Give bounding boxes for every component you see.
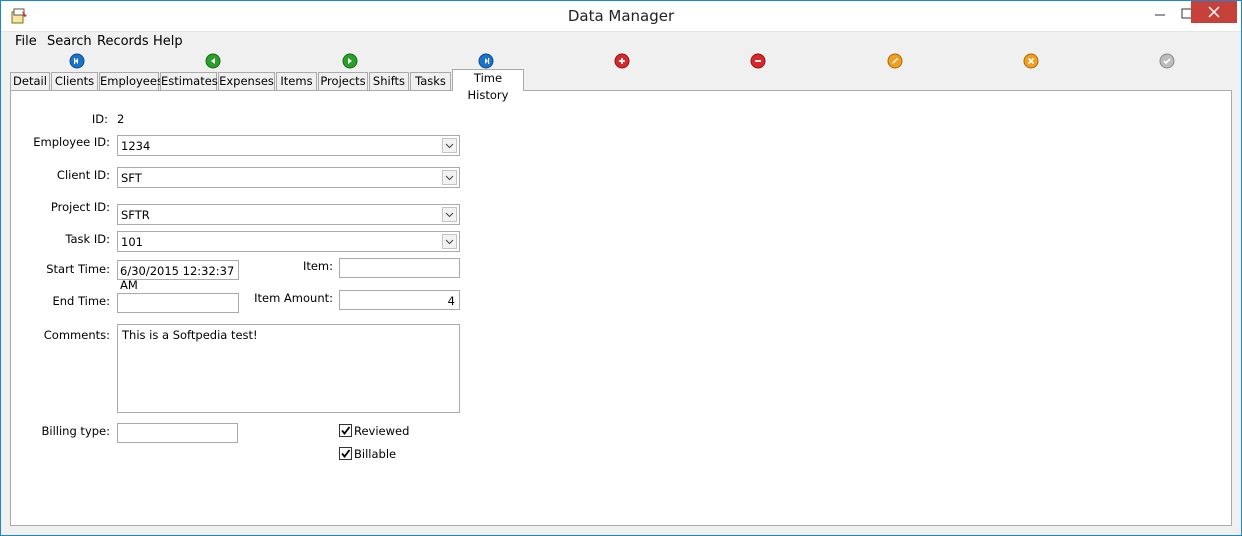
close-button[interactable] [1191,1,1237,23]
billing-type-field[interactable] [117,423,238,443]
tab-expenses[interactable]: Expenses [218,72,275,91]
first-record-icon[interactable] [69,53,85,69]
record-navigation-bar [1,51,1241,71]
chevron-down-icon[interactable] [442,138,457,153]
employee-id-value: 1234 [121,139,151,153]
client-id-select[interactable]: SFT [117,167,460,188]
item-field[interactable] [339,258,460,278]
title-bar: Data Manager [1,1,1241,32]
chevron-down-icon[interactable] [442,170,457,185]
end-time-label: End Time: [52,294,110,308]
item-amount-label: Item Amount: [254,291,333,305]
reviewed-label[interactable]: Reviewed [354,424,409,438]
billing-type-label: Billing type: [41,424,110,438]
tab-employees[interactable]: Employees [99,72,163,91]
checkmark-icon [341,449,351,458]
menu-help[interactable]: Help [153,34,183,49]
edit-record-icon[interactable] [887,53,903,69]
tab-tasks[interactable]: Tasks [410,72,451,91]
task-id-label: Task ID: [65,232,110,246]
project-id-value: SFTR [121,208,150,222]
next-record-icon[interactable] [342,53,358,69]
delete-record-icon[interactable] [750,53,766,69]
checkmark-icon [341,426,351,435]
project-id-select[interactable]: SFTR [117,204,460,225]
add-record-icon[interactable] [614,53,630,69]
end-time-field[interactable] [117,293,239,313]
tab-strip: Detail Clients Employees Estimates Expen… [10,69,1232,102]
billable-label[interactable]: Billable [354,447,396,461]
reviewed-checkbox[interactable] [339,424,352,437]
window-title: Data Manager [567,7,675,25]
previous-record-icon[interactable] [205,53,221,69]
employee-id-select[interactable]: 1234 [117,135,460,156]
comments-label: Comments: [43,328,110,342]
tab-items[interactable]: Items [276,72,317,91]
menu-bar: File Search Records Help [1,33,1241,51]
minimize-icon [1155,14,1165,16]
tab-detail[interactable]: Detail [10,72,50,91]
employee-id-label: Employee ID: [33,135,110,149]
close-icon [1208,6,1220,18]
client-id-value: SFT [121,171,142,185]
item-amount-field[interactable]: 4 [339,290,460,310]
menu-search[interactable]: Search [47,34,92,49]
task-id-value: 101 [121,235,143,249]
comments-textarea[interactable]: This is a Softpedia test! [117,324,460,413]
app-window: Data Manager File Search Records Help De… [0,0,1242,536]
menu-records[interactable]: Records [97,34,149,49]
chevron-down-icon[interactable] [442,207,457,222]
client-id-label: Client ID: [56,168,110,182]
menu-file[interactable]: File [15,34,37,49]
item-label: Item: [302,259,333,273]
id-value: 2 [117,112,125,126]
cancel-edit-icon[interactable] [1023,53,1039,69]
chevron-down-icon[interactable] [442,234,457,249]
start-time-label: Start Time: [46,262,110,276]
save-record-icon[interactable] [1159,53,1175,69]
tab-projects[interactable]: Projects [318,72,368,91]
id-label: ID: [91,112,108,126]
start-time-field[interactable]: 6/30/2015 12:32:37 AM [117,260,239,292]
tab-shifts[interactable]: Shifts [369,72,409,91]
tab-time-history[interactable]: Time History [452,69,524,102]
tab-estimates[interactable]: Estimates [160,72,218,91]
task-id-select[interactable]: 101 [117,231,460,252]
time-history-panel: ID: 2 Employee ID: 1234 Client ID: SFT P… [10,90,1232,526]
project-id-label: Project ID: [50,200,110,214]
tab-clients[interactable]: Clients [51,72,98,91]
last-record-icon[interactable] [478,53,494,69]
minimize-button[interactable] [1145,1,1175,27]
billable-checkbox[interactable] [339,447,352,460]
